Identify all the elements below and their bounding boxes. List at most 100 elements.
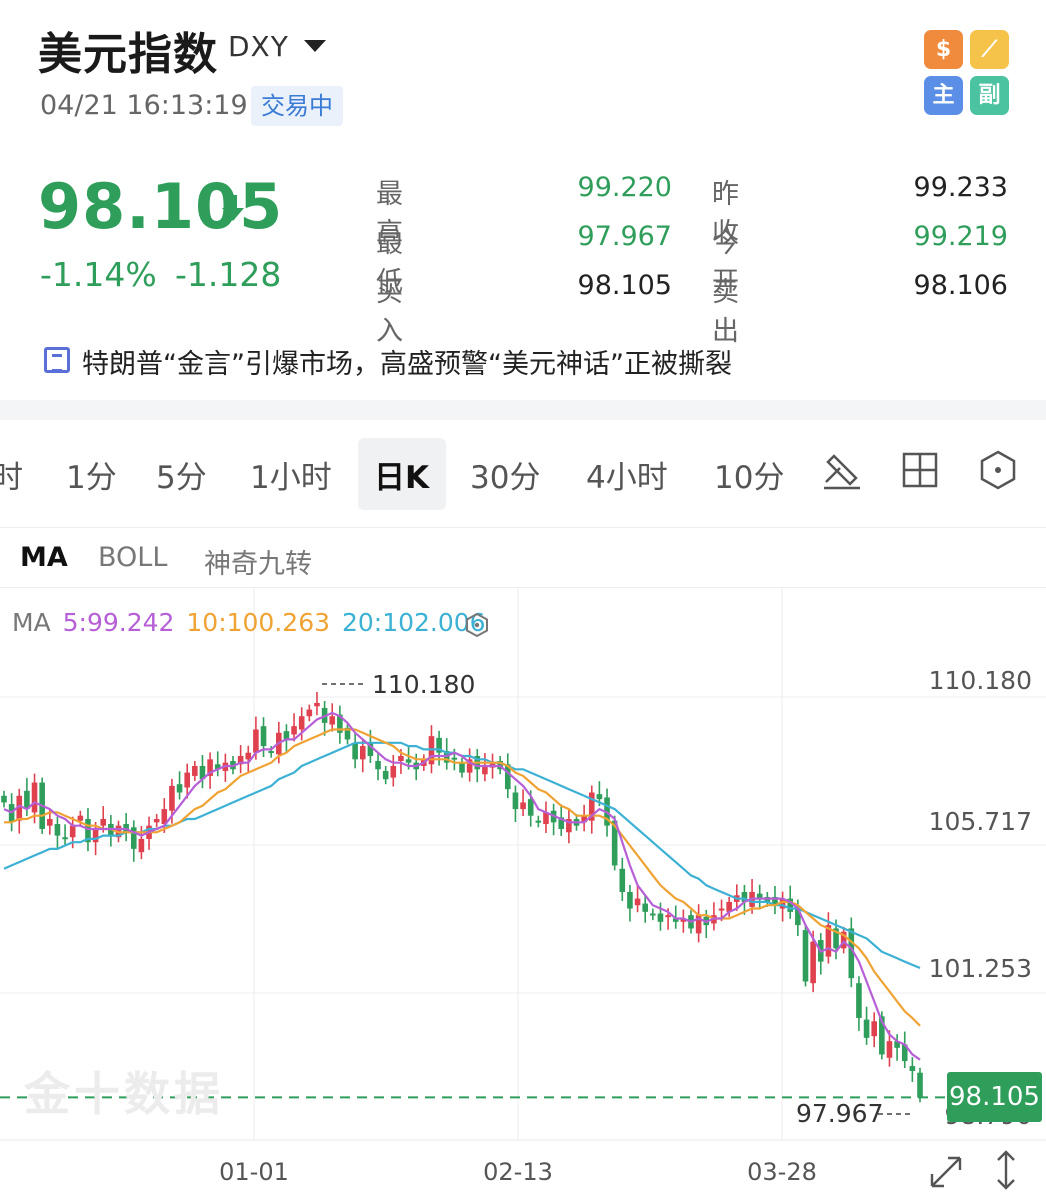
- candle-body: [657, 913, 664, 922]
- watermark-logo: 金十数据: [24, 1067, 224, 1121]
- candle-body: [619, 868, 626, 892]
- low-label: 97.967: [796, 1099, 883, 1128]
- tab-1min[interactable]: 1分: [66, 452, 117, 497]
- candle-body: [634, 898, 641, 906]
- ma-settings-icon[interactable]: [464, 612, 490, 638]
- candle-body: [375, 760, 381, 770]
- main-chart-icon[interactable]: 主: [924, 76, 963, 115]
- candle-body: [398, 756, 404, 761]
- y-tick-label: 101.253: [929, 954, 1032, 983]
- draw-line-icon[interactable]: ⟋: [970, 30, 1009, 69]
- candle-body: [352, 742, 358, 760]
- candle-body: [62, 837, 68, 840]
- sub-chart-icon[interactable]: 副: [970, 76, 1009, 115]
- candle-body: [627, 891, 633, 909]
- dollar-icon[interactable]: $: [924, 30, 963, 69]
- candle-body: [390, 765, 397, 778]
- candle-body: [260, 726, 267, 747]
- candle-body: [268, 751, 274, 754]
- expand-icon[interactable]: [930, 1156, 962, 1188]
- toolbox: $ ⟋ 主 副: [924, 30, 1010, 116]
- candle-body: [245, 752, 252, 760]
- candle-body: [650, 913, 656, 916]
- quote-time: 04/21 16:13:19: [40, 90, 248, 121]
- grid-layout-icon[interactable]: [898, 448, 942, 492]
- candle-body: [871, 1021, 877, 1037]
- candle-body: [291, 726, 297, 735]
- candle-body: [405, 759, 412, 763]
- stat-low: 97.967: [577, 221, 672, 252]
- candle-body: [47, 819, 53, 826]
- last-price-tag: 98.105: [947, 1072, 1042, 1122]
- settings-hexagon-icon[interactable]: [976, 448, 1020, 492]
- change-value: -1.128: [175, 255, 282, 294]
- news-icon: [44, 347, 70, 373]
- candle-body: [512, 792, 519, 810]
- candle-body: [520, 802, 526, 810]
- tab-1hour[interactable]: 1小时: [250, 452, 332, 497]
- chevron-down-icon[interactable]: [304, 40, 326, 52]
- tab-5min[interactable]: 5分: [156, 452, 207, 497]
- candle-body: [138, 838, 145, 853]
- stat-high: 99.220: [577, 172, 672, 203]
- candle-body: [382, 770, 389, 780]
- news-headline[interactable]: 特朗普“金言”引爆市场，高盛预警“美元神话”正被撕裂: [82, 342, 732, 381]
- tab-hour-partial[interactable]: 时: [0, 452, 23, 497]
- stat-bid-label: 买入: [376, 277, 403, 347]
- tab-10min[interactable]: 10分: [714, 452, 784, 497]
- candle-body: [153, 819, 160, 823]
- instrument-title: 美元指数: [38, 29, 218, 80]
- arrow-down-icon: [222, 195, 244, 221]
- section-divider: [0, 400, 1046, 420]
- candle-body: [596, 794, 603, 800]
- status-badge: 交易中: [251, 86, 343, 126]
- tab-30min[interactable]: 30分: [470, 452, 540, 497]
- tab-4hour[interactable]: 4小时: [586, 452, 668, 497]
- candle-body: [253, 729, 259, 753]
- tab-boll[interactable]: BOLL: [98, 542, 167, 573]
- candle-body: [863, 1019, 870, 1038]
- candle-body: [359, 746, 366, 760]
- high-label: 110.180: [372, 670, 475, 699]
- candle-body: [451, 757, 458, 760]
- instrument-symbol[interactable]: DXY: [228, 30, 289, 63]
- candle-body: [329, 716, 336, 725]
- candle-body: [718, 908, 725, 911]
- candle-body: [917, 1072, 923, 1098]
- period-tabs: 时 1分 5分 1小时 日K 30分 4小时 10分: [0, 420, 1046, 528]
- tab-daily[interactable]: 日K: [374, 452, 429, 497]
- x-tick-label: 01-01: [219, 1158, 289, 1186]
- candle-body: [535, 820, 542, 823]
- tab-ma[interactable]: MA: [20, 542, 68, 573]
- ma-legend: MA 5:99.242 10:100.263 20:102.006: [12, 608, 490, 637]
- last-price: 98.105: [38, 170, 284, 243]
- candle-body: [802, 930, 809, 982]
- candle-body: [856, 983, 862, 1018]
- ma-legend-label: MA: [12, 608, 51, 637]
- candle-body: [298, 716, 305, 730]
- candle-body: [459, 762, 465, 773]
- y-tick-label: 105.717: [929, 807, 1032, 836]
- candle-body: [306, 709, 313, 717]
- candle-body: [909, 1066, 916, 1072]
- candle-body: [642, 903, 648, 912]
- candle-body: [283, 731, 290, 740]
- candle-body: [314, 702, 320, 707]
- vertical-scale-icon[interactable]: [997, 1150, 1015, 1190]
- ma10-value: 10:100.263: [186, 608, 331, 637]
- x-tick-label: 03-28: [747, 1158, 817, 1186]
- tab-magic-nine[interactable]: 神奇九转: [204, 542, 312, 581]
- quote-header: 美元指数 DXY 04/21 16:13:19 交易中 $ ⟋ 主 副: [0, 0, 1046, 140]
- stat-ask-label: 卖出: [712, 277, 739, 347]
- stat-ask: 98.106: [913, 270, 1008, 301]
- candle-body: [100, 819, 107, 826]
- candle-body: [482, 765, 488, 775]
- x-tick-label: 02-13: [483, 1158, 553, 1186]
- candle-body: [886, 1041, 893, 1058]
- candle-body: [176, 784, 183, 793]
- drawing-tool-icon[interactable]: [820, 448, 864, 492]
- candle-body: [92, 828, 99, 843]
- candle-body: [184, 772, 190, 788]
- candle-body: [1, 795, 7, 803]
- change-percent: -1.14%: [40, 255, 157, 294]
